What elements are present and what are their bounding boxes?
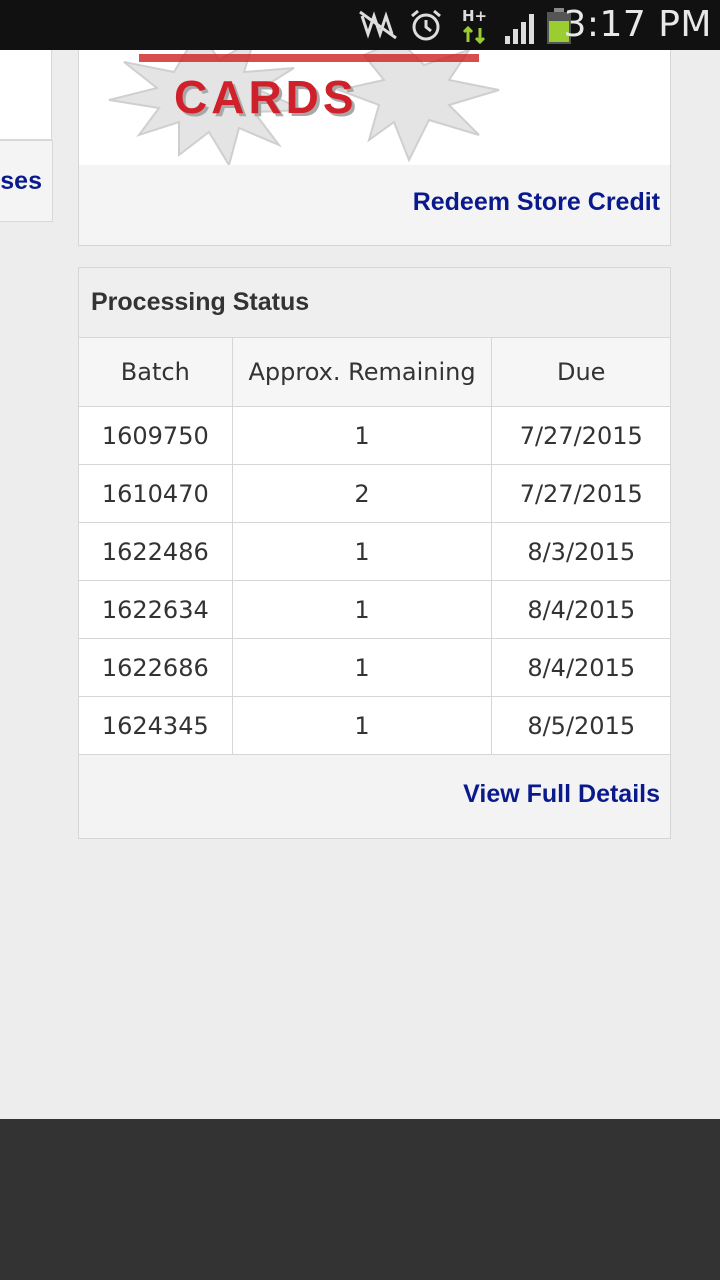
batch-cell: 1624345: [79, 696, 233, 755]
due-cell: 8/4/2015: [491, 638, 670, 697]
column-header-batch: Batch: [79, 338, 233, 407]
alarm-icon: [408, 8, 444, 49]
batch-cell: 1622486: [79, 522, 233, 581]
due-cell: 8/5/2015: [491, 696, 670, 755]
remaining-cell: 1: [231, 696, 493, 755]
remaining-cell: 2: [231, 464, 493, 523]
batch-table: Batch Approx. Remaining Due 1609750 1 7/…: [79, 338, 670, 755]
sidebar-link-row[interactable]: ses: [0, 140, 53, 222]
table-row: 1610470 2 7/27/2015: [79, 464, 670, 523]
batch-cell: 1622686: [79, 638, 233, 697]
batch-cell: 1622634: [79, 580, 233, 639]
table-row: 1622686 1 8/4/2015: [79, 638, 670, 697]
redeem-store-credit-link[interactable]: Redeem Store Credit: [413, 188, 660, 217]
due-cell: 8/4/2015: [491, 580, 670, 639]
panel-title: Processing Status: [91, 288, 310, 316]
table-row: 1622634 1 8/4/2015: [79, 580, 670, 639]
promo-panel: CARDS CARDS Redeem Store Credit: [78, 50, 671, 246]
column-header-due: Due: [491, 338, 670, 407]
status-bar: H+ 3:17 PM: [0, 0, 720, 50]
sidebar-link[interactable]: ses: [0, 167, 42, 196]
table-row: 1622486 1 8/3/2015: [79, 522, 670, 581]
page-footer: [0, 1119, 720, 1280]
table-header-row: Batch Approx. Remaining Due: [79, 338, 670, 407]
table-row: 1624345 1 8/5/2015: [79, 696, 670, 755]
remaining-cell: 1: [231, 522, 493, 581]
batch-cell: 1609750: [79, 406, 233, 465]
due-cell: 7/27/2015: [491, 406, 670, 465]
remaining-cell: 1: [231, 406, 493, 465]
processing-status-panel: Processing Status Batch Approx. Remainin…: [78, 267, 671, 839]
logo-text: CARDS: [174, 71, 358, 123]
due-cell: 7/27/2015: [491, 464, 670, 523]
table-row: 1609750 1 7/27/2015: [79, 406, 670, 465]
burst-logo: CARDS CARDS: [108, 50, 500, 165]
column-header-remaining: Approx. Remaining: [231, 338, 493, 407]
remaining-cell: 1: [231, 580, 493, 639]
promo-logo-image[interactable]: CARDS CARDS: [79, 50, 670, 165]
svg-text:H+: H+: [462, 7, 487, 25]
mute-icon: [356, 8, 400, 47]
batch-cell: 1610470: [79, 464, 233, 523]
panel-header: Processing Status: [79, 268, 670, 338]
signal-icon: [504, 10, 540, 49]
view-full-details-link[interactable]: View Full Details: [463, 780, 660, 809]
network-hplus-icon: H+: [460, 6, 490, 51]
remaining-cell: 1: [231, 638, 493, 697]
sidebar-panel: [0, 50, 52, 140]
due-cell: 8/3/2015: [491, 522, 670, 581]
clock: 3:17 PM: [563, 4, 712, 45]
